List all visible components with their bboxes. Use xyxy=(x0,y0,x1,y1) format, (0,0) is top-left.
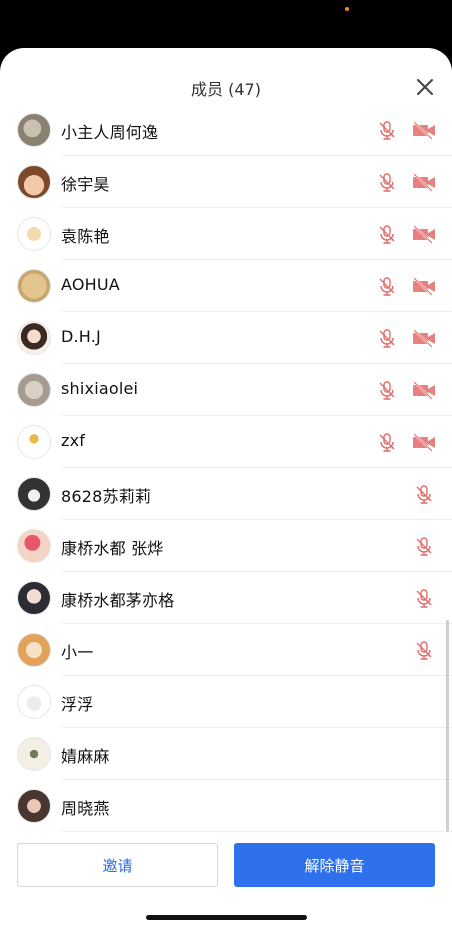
avatar xyxy=(17,789,51,823)
avatar xyxy=(17,165,51,199)
member-name: shixiaolei xyxy=(61,379,139,398)
mic-muted-icon[interactable] xyxy=(377,380,397,400)
member-row[interactable]: 周晓燕 xyxy=(0,780,452,832)
avatar xyxy=(17,477,51,511)
member-row[interactable]: AOHUA xyxy=(0,260,452,312)
avatar xyxy=(17,113,51,147)
member-row[interactable]: 康桥水都 张烨 xyxy=(0,520,452,572)
member-row[interactable]: 浮浮 xyxy=(0,676,452,728)
member-name: 康桥水都 张烨 xyxy=(61,539,164,558)
avatar xyxy=(17,685,51,719)
avatar xyxy=(17,529,51,563)
member-row[interactable]: shixiaolei xyxy=(0,364,452,416)
member-name: 徐宇昊 xyxy=(61,175,110,194)
avatar xyxy=(17,633,51,667)
member-name: 浮浮 xyxy=(61,695,94,714)
camera-off-icon[interactable] xyxy=(412,120,436,140)
avatar xyxy=(17,217,51,251)
avatar xyxy=(17,737,51,771)
member-row[interactable]: 康桥水都茅亦格 xyxy=(0,572,452,624)
camera-off-icon[interactable] xyxy=(412,380,436,400)
camera-off-icon[interactable] xyxy=(412,276,436,296)
member-name: 8628苏莉莉 xyxy=(61,487,152,506)
member-name: 康桥水都茅亦格 xyxy=(61,591,175,610)
invite-button[interactable]: 邀请 xyxy=(17,843,218,887)
avatar xyxy=(17,321,51,355)
member-row[interactable]: 婧麻麻 xyxy=(0,728,452,780)
member-name: 婧麻麻 xyxy=(61,747,110,766)
member-row[interactable]: D.H.J xyxy=(0,312,452,364)
member-row[interactable]: zxf xyxy=(0,416,452,468)
camera-off-icon[interactable] xyxy=(412,172,436,192)
members-sheet: 成员 (47) 小主人周何逸 徐宇昊 袁陈艳 AOHUA D.H.J shixi… xyxy=(0,48,452,929)
member-row[interactable]: 8628苏莉莉 xyxy=(0,468,452,520)
page-title: 成员 (47) xyxy=(191,80,261,99)
camera-off-icon[interactable] xyxy=(412,224,436,244)
member-name: D.H.J xyxy=(61,327,101,346)
mic-muted-icon[interactable] xyxy=(377,172,397,192)
status-indicator-dot xyxy=(345,7,349,11)
member-name: 袁陈艳 xyxy=(61,227,110,246)
member-row[interactable]: 小主人周何逸 xyxy=(0,104,452,156)
mic-muted-icon[interactable] xyxy=(377,224,397,244)
member-name: AOHUA xyxy=(61,275,120,294)
mic-muted-icon[interactable] xyxy=(414,484,434,504)
member-list[interactable]: 小主人周何逸 徐宇昊 袁陈艳 AOHUA D.H.J shixiaolei zx… xyxy=(0,104,452,884)
member-row[interactable]: 小一 xyxy=(0,624,452,676)
mic-muted-icon[interactable] xyxy=(414,588,434,608)
member-name: zxf xyxy=(61,431,86,450)
mic-muted-icon[interactable] xyxy=(377,276,397,296)
member-name: 小一 xyxy=(61,643,94,662)
mic-muted-icon[interactable] xyxy=(377,432,397,452)
avatar xyxy=(17,373,51,407)
avatar xyxy=(17,581,51,615)
mic-muted-icon[interactable] xyxy=(414,640,434,660)
member-row[interactable]: 徐宇昊 xyxy=(0,156,452,208)
camera-off-icon[interactable] xyxy=(412,432,436,452)
member-name: 周晓燕 xyxy=(61,799,110,818)
unmute-all-button[interactable]: 解除静音 xyxy=(234,843,435,887)
home-indicator[interactable] xyxy=(146,915,307,920)
avatar xyxy=(17,269,51,303)
camera-off-icon[interactable] xyxy=(412,328,436,348)
mic-muted-icon[interactable] xyxy=(414,536,434,556)
mic-muted-icon[interactable] xyxy=(377,328,397,348)
avatar xyxy=(17,425,51,459)
mic-muted-icon[interactable] xyxy=(377,120,397,140)
member-name: 小主人周何逸 xyxy=(61,123,159,142)
member-row[interactable]: 袁陈艳 xyxy=(0,208,452,260)
scrollbar[interactable] xyxy=(446,620,449,832)
close-icon[interactable] xyxy=(416,78,434,96)
